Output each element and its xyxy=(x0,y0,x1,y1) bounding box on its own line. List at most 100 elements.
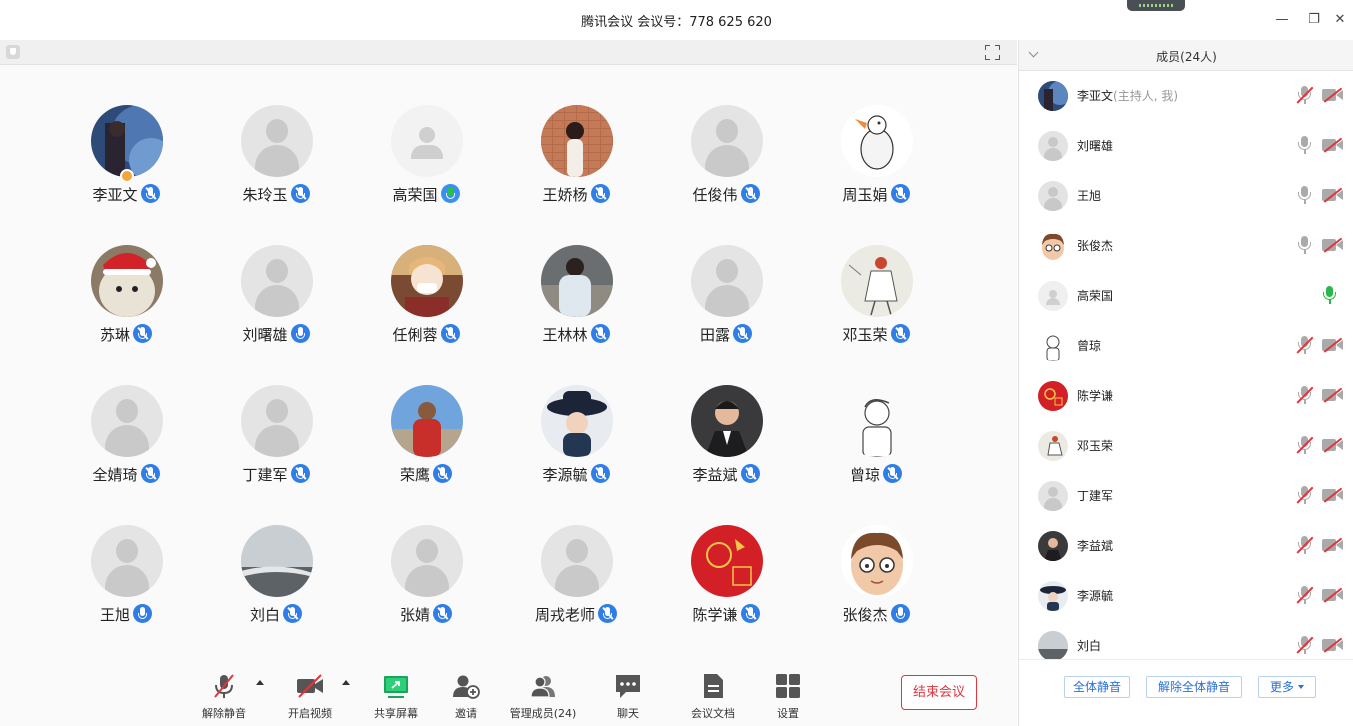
mic-muted-icon[interactable] xyxy=(1297,335,1313,357)
participant-name: 刘曙雄 xyxy=(242,326,288,344)
mic-muted-icon[interactable] xyxy=(1297,585,1313,607)
member-row[interactable]: 王旭 xyxy=(1019,171,1353,221)
mic-active-icon xyxy=(140,464,160,483)
participant-tile[interactable]: 王娇杨 xyxy=(501,65,651,205)
participant-tile[interactable]: 高荣国 xyxy=(351,65,501,205)
participant-tile[interactable]: 任俊伟 xyxy=(651,65,801,205)
invite-button[interactable]: 邀请 xyxy=(438,670,494,720)
end-meeting-button[interactable]: 结束会议 xyxy=(901,675,977,710)
member-row[interactable]: 高荣国 xyxy=(1019,271,1353,321)
member-row[interactable]: 邓玉荣 xyxy=(1019,421,1353,471)
camera-off-icon[interactable] xyxy=(1322,388,1344,402)
member-name: 李亚文 xyxy=(1077,89,1114,103)
camera-off-icon[interactable] xyxy=(1322,188,1344,202)
mic-on-icon[interactable] xyxy=(1297,235,1313,257)
camera-off-icon[interactable] xyxy=(1322,238,1344,252)
meeting-toolbar: 解除静音 开启视频 共享屏幕 邀请 管理成员(24) 聊天 会议文档 设置 结束… xyxy=(0,650,1017,726)
minimize-button[interactable]: — xyxy=(1272,10,1292,30)
avatar xyxy=(91,385,163,457)
member-name: 刘曙雄 xyxy=(1077,139,1114,153)
participant-tile[interactable]: 邓玉荣 xyxy=(801,205,951,345)
audio-options-caret-icon[interactable] xyxy=(256,680,264,685)
member-row[interactable]: 李益斌 xyxy=(1019,521,1353,571)
camera-off-icon[interactable] xyxy=(1322,488,1344,502)
security-shield-icon[interactable] xyxy=(6,45,20,59)
participant-tile[interactable]: 田露 xyxy=(651,205,801,345)
fullscreen-icon[interactable] xyxy=(985,45,1000,60)
mic-muted-icon[interactable] xyxy=(1297,385,1313,407)
unmute-all-button[interactable]: 解除全体静音 xyxy=(1146,676,1242,698)
window-title: 腾讯会议 会议号：778 625 620 xyxy=(581,15,772,30)
camera-off-icon[interactable] xyxy=(1322,438,1344,452)
participant-tile[interactable]: 周玉娟 xyxy=(801,65,951,205)
mic-on-icon[interactable] xyxy=(1297,185,1313,207)
mic-muted-icon[interactable] xyxy=(1297,485,1313,507)
manage-members-button[interactable]: 管理成员(24) xyxy=(505,670,581,720)
participant-tile[interactable]: 刘白 xyxy=(201,485,351,625)
participant-tile[interactable]: 丁建军 xyxy=(201,345,351,485)
participant-tile[interactable]: 苏琳 xyxy=(51,205,201,345)
participant-tile[interactable]: 荣鹰 xyxy=(351,345,501,485)
member-row[interactable]: 刘白 xyxy=(1019,621,1353,659)
camera-off-icon[interactable] xyxy=(1322,538,1344,552)
participant-tile[interactable]: 李源毓 xyxy=(501,345,651,485)
mic-active-icon xyxy=(740,464,760,483)
camera-off-icon[interactable] xyxy=(1322,138,1344,152)
participant-tile[interactable]: 陈学谦 xyxy=(651,485,801,625)
video-options-caret-icon[interactable] xyxy=(342,680,350,685)
participant-tile[interactable]: 张俊杰 xyxy=(801,485,951,625)
participant-tile[interactable]: 周戎老师 xyxy=(501,485,651,625)
chat-button[interactable]: 聊天 xyxy=(600,670,656,720)
camera-off-icon[interactable] xyxy=(1322,88,1344,102)
participant-name: 张俊杰 xyxy=(842,606,888,624)
mic-muted-icon[interactable] xyxy=(1297,635,1313,657)
participant-tile[interactable]: 李亚文 xyxy=(51,65,201,205)
participant-tile[interactable]: 张婧 xyxy=(351,485,501,625)
member-row[interactable]: 张俊杰 xyxy=(1019,221,1353,271)
member-name: 高荣国 xyxy=(1077,289,1114,303)
settings-button[interactable]: 设置 xyxy=(760,670,816,720)
camera-off-icon[interactable] xyxy=(1322,338,1344,352)
mic-on-icon[interactable] xyxy=(1297,135,1313,157)
avatar xyxy=(91,245,163,317)
restore-button[interactable]: ❐ xyxy=(1304,10,1324,30)
member-row[interactable]: 曾琼 xyxy=(1019,321,1353,371)
camera-off-icon[interactable] xyxy=(1322,588,1344,602)
mic-muted-icon[interactable] xyxy=(1297,435,1313,457)
avatar xyxy=(91,105,163,177)
participant-name: 李益斌 xyxy=(692,466,738,484)
member-role: (主持人, 我) xyxy=(1113,89,1179,103)
participant-tile[interactable]: 任俐蓉 xyxy=(351,205,501,345)
member-row[interactable]: 陈学谦 xyxy=(1019,371,1353,421)
participant-name: 任俊伟 xyxy=(692,186,738,204)
avatar xyxy=(841,105,913,177)
member-row[interactable]: 李源毓 xyxy=(1019,571,1353,621)
mic-muted-icon[interactable] xyxy=(1297,85,1313,107)
close-button[interactable]: ✕ xyxy=(1330,10,1350,30)
mic-speaking-icon[interactable] xyxy=(1322,285,1338,307)
participant-tile[interactable]: 王旭 xyxy=(51,485,201,625)
participant-tile[interactable]: 刘曙雄 xyxy=(201,205,351,345)
participant-tile[interactable]: 李益斌 xyxy=(651,345,801,485)
avatar xyxy=(391,525,463,597)
avatar xyxy=(841,245,913,317)
participant-tile[interactable]: 曾琼 xyxy=(801,345,951,485)
member-row[interactable]: 李亚文(主持人, 我) xyxy=(1019,71,1353,121)
camera-off-icon xyxy=(297,674,323,698)
mic-active-icon xyxy=(740,604,760,623)
unmute-button[interactable]: 解除静音 xyxy=(196,670,252,720)
camera-off-icon[interactable] xyxy=(1322,638,1344,652)
member-row[interactable]: 丁建军 xyxy=(1019,471,1353,521)
participant-tile[interactable]: 朱玲玉 xyxy=(201,65,351,205)
member-row[interactable]: 刘曙雄 xyxy=(1019,121,1353,171)
meeting-docs-button[interactable]: 会议文档 xyxy=(685,670,741,720)
participant-tile[interactable]: 王林林 xyxy=(501,205,651,345)
more-button[interactable]: 更多 xyxy=(1258,676,1316,698)
mic-muted-icon[interactable] xyxy=(1297,535,1313,557)
mute-all-button[interactable]: 全体静音 xyxy=(1064,676,1130,698)
members-panel-header: 成员(24人) xyxy=(1019,40,1353,71)
participant-tile[interactable]: 全婧琦 xyxy=(51,345,201,485)
avatar xyxy=(1038,581,1068,611)
start-video-button[interactable]: 开启视频 xyxy=(282,670,338,720)
share-screen-button[interactable]: 共享屏幕 xyxy=(368,670,424,720)
